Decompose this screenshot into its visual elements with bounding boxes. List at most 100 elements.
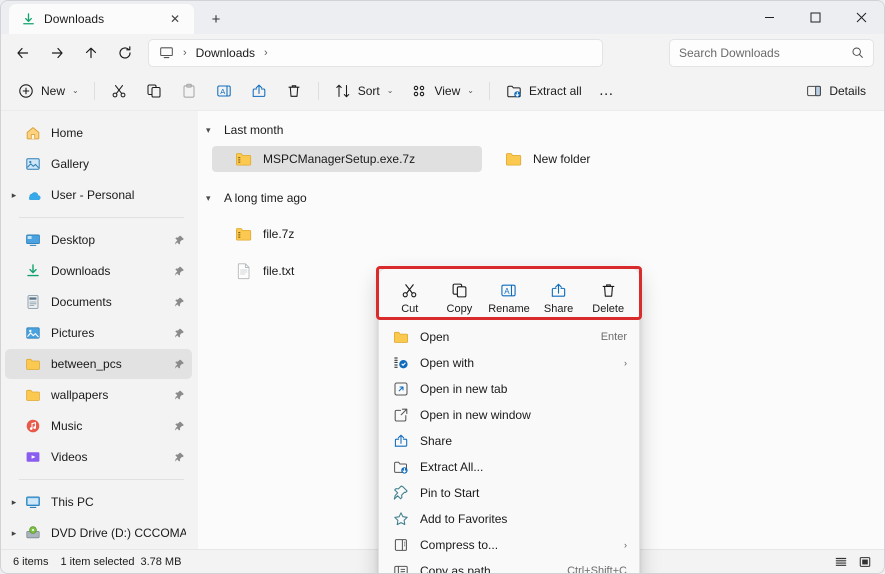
chevron-right-icon-trailing[interactable]: › <box>260 47 272 59</box>
chevron-right-icon[interactable]: ▸ <box>5 190 23 201</box>
chevron-down-icon[interactable]: ▾ <box>206 193 216 204</box>
details-label: Details <box>829 83 866 98</box>
rename-button[interactable]: A <box>207 76 241 106</box>
search-input[interactable] <box>679 45 851 60</box>
context-item-open-in-new-tab[interactable]: Open in new tab <box>383 376 635 401</box>
chevron-down-icon: ⌄ <box>386 86 394 95</box>
pin-icon[interactable] <box>172 421 186 432</box>
group-header-a-long-time-ago[interactable]: ▾ A long time ago <box>198 186 884 210</box>
context-item-label: Open in new tab <box>420 381 508 396</box>
sidebar-item-wallpapers[interactable]: wallpapers <box>5 380 192 410</box>
sidebar-item-label: Home <box>51 126 84 140</box>
tab-label: Downloads <box>44 12 105 26</box>
breadcrumb[interactable]: › Downloads › <box>148 38 603 67</box>
context-item-label: Open with <box>420 355 475 370</box>
sidebar-item-videos[interactable]: Videos <box>5 442 192 472</box>
more-options-button[interactable]: … <box>591 76 623 106</box>
minimize-button[interactable] <box>746 1 792 33</box>
context-item-pin-to-start[interactable]: Pin to Start <box>383 480 635 505</box>
sidebar-item-home[interactable]: Home <box>5 118 192 148</box>
context-item-open-in-new-window[interactable]: Open in new window <box>383 402 635 427</box>
file-name: file.txt <box>263 264 295 278</box>
documents-icon <box>23 294 43 310</box>
new-tab-button[interactable]: + <box>200 5 232 33</box>
details-view-button[interactable] <box>830 552 852 572</box>
extract-all-button[interactable]: Extract all <box>497 76 590 106</box>
copy-button[interactable] <box>137 76 171 106</box>
sort-button[interactable]: Sort ⌄ <box>326 76 402 106</box>
sidebar-item-dvd-drive[interactable]: ▸ DVD Drive (D:) CCCOMA_X64FRE_EN <box>5 518 192 548</box>
context-item-accel: Ctrl+Shift+C <box>567 564 627 574</box>
sidebar-item-this-pc[interactable]: ▸ This PC <box>5 487 192 517</box>
large-icons-view-button[interactable] <box>854 552 876 572</box>
gallery-icon <box>23 156 43 172</box>
context-menu[interactable]: Cut Copy A Rename Share Delete Open Ente… <box>378 268 640 574</box>
share-button[interactable] <box>242 76 276 106</box>
paste-button[interactable] <box>172 76 206 106</box>
pin-icon[interactable] <box>172 359 186 370</box>
view-button[interactable]: View ⌄ <box>402 76 482 106</box>
refresh-button[interactable] <box>109 38 141 68</box>
sidebar-item-gallery[interactable]: Gallery <box>5 149 192 179</box>
group-header-last-month[interactable]: ▾ Last month <box>198 118 884 142</box>
chevron-down-icon[interactable]: ▾ <box>206 125 216 136</box>
pin-icon[interactable] <box>172 297 186 308</box>
plus-circle-icon <box>17 82 35 100</box>
delete-button[interactable] <box>277 76 311 106</box>
pin-icon[interactable] <box>172 328 186 339</box>
search-icon[interactable] <box>851 46 864 59</box>
file-item-mspcmanagersetup[interactable]: MSPCManagerSetup.exe.7z <box>212 146 482 172</box>
sidebar-item-desktop[interactable]: Desktop <box>5 225 192 255</box>
forward-button[interactable] <box>41 38 73 68</box>
this-pc-icon[interactable] <box>155 42 177 64</box>
context-item-copy-as-path[interactable]: Copy as path Ctrl+Shift+C <box>383 558 635 574</box>
context-rename-button[interactable]: A Rename <box>485 278 533 317</box>
pin-icon[interactable] <box>172 452 186 463</box>
close-button[interactable] <box>838 1 884 33</box>
context-copy-button[interactable]: Copy <box>435 278 483 317</box>
context-item-accel: Enter <box>600 330 627 343</box>
context-share-button[interactable]: Share <box>535 278 583 317</box>
context-item-label: Copy as path <box>420 563 491 574</box>
sidebar-item-documents[interactable]: Documents <box>5 287 192 317</box>
sidebar-item-downloads[interactable]: Downloads <box>5 256 192 286</box>
close-icon[interactable]: ✕ <box>164 8 186 30</box>
sidebar-item-label: DVD Drive (D:) CCCOMA_X64FRE_EN <box>51 526 186 540</box>
cut-button[interactable] <box>102 76 136 106</box>
sidebar-item-between-pcs[interactable]: between_pcs <box>5 349 192 379</box>
context-delete-button[interactable]: Delete <box>584 278 632 317</box>
context-item-open[interactable]: Open Enter <box>383 324 635 349</box>
back-button[interactable] <box>7 38 39 68</box>
breadcrumb-downloads[interactable]: Downloads <box>193 46 258 60</box>
context-item-share[interactable]: Share <box>383 428 635 453</box>
new-button[interactable]: New ⌄ <box>9 76 87 106</box>
pin-icon[interactable] <box>172 266 186 277</box>
sidebar-item-music[interactable]: Music <box>5 411 192 441</box>
up-button[interactable] <box>75 38 107 68</box>
music-icon <box>23 418 43 434</box>
context-cut-button[interactable]: Cut <box>386 278 434 317</box>
chevron-right-icon: › <box>624 357 627 368</box>
search-box[interactable] <box>669 38 874 67</box>
file-item-new-folder[interactable]: New folder <box>482 146 752 172</box>
tab-downloads[interactable]: Downloads ✕ <box>9 4 194 34</box>
sidebar-item-user-personal[interactable]: ▸ User - Personal <box>5 180 192 210</box>
chevron-right-icon[interactable]: ▸ <box>5 528 23 539</box>
view-label: View <box>434 83 461 98</box>
maximize-button[interactable] <box>792 1 838 33</box>
navigation-pane[interactable]: Home Gallery ▸ User - Personal Desktop D… <box>1 111 198 549</box>
details-pane-button[interactable]: Details <box>797 76 874 106</box>
window-controls <box>746 1 884 33</box>
context-item-extract-all[interactable]: Extract All... <box>383 454 635 479</box>
sidebar-item-pictures[interactable]: Pictures <box>5 318 192 348</box>
context-item-compress-to[interactable]: Compress to... › <box>383 532 635 557</box>
onedrive-icon <box>23 187 43 204</box>
context-item-open-with[interactable]: Open with › <box>383 350 635 375</box>
chevron-right-icon[interactable]: ▸ <box>5 497 23 508</box>
file-item-file-7z[interactable]: file.7z <box>212 221 482 247</box>
rename-icon: A <box>215 82 233 100</box>
pin-icon[interactable] <box>172 390 186 401</box>
context-item-label: Open in new window <box>420 407 531 422</box>
context-item-add-to-favorites[interactable]: Add to Favorites <box>383 506 635 531</box>
pin-icon[interactable] <box>172 235 186 246</box>
